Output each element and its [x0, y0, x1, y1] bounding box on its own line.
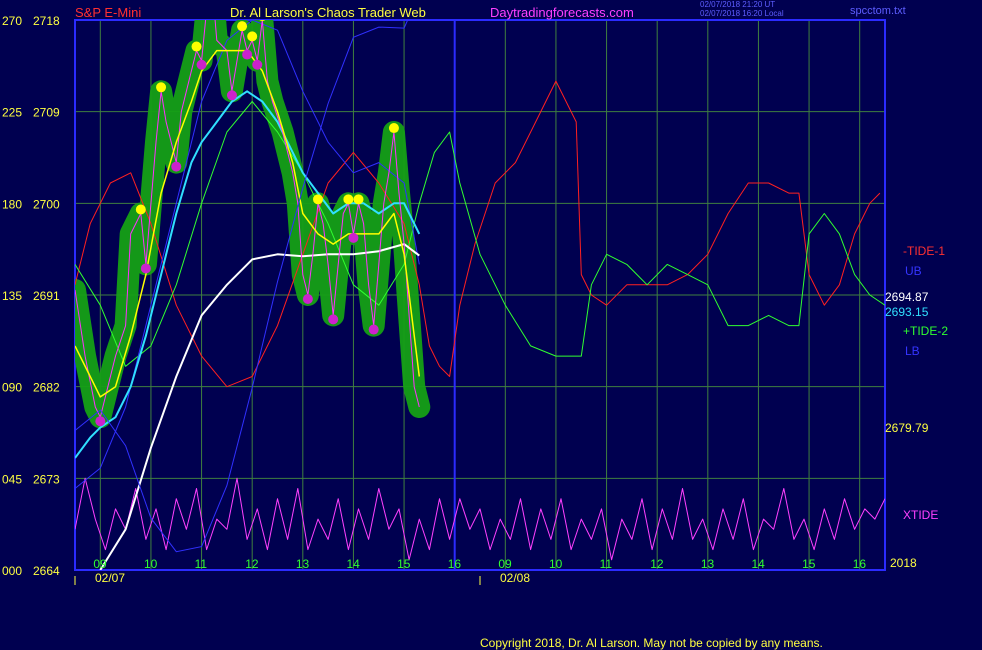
low-marker	[95, 416, 106, 427]
right-label-tide2: +TIDE-2	[903, 324, 949, 338]
x-tick-label: 16	[448, 557, 462, 571]
symbol-label: S&P E-Mini	[75, 5, 142, 20]
high-marker	[353, 194, 364, 205]
chart-canvas: 000 2664 045 2673 090 2682 135 2691 180 2700 225 27…	[2, 14, 886, 585]
high-marker	[237, 21, 248, 32]
y-tick-label-price: 2709	[33, 106, 60, 120]
x-tick-label: 16	[853, 557, 867, 571]
price-halo	[75, 20, 431, 429]
x-tick-label: 15	[397, 557, 411, 571]
y-tick-label-left: 180	[2, 197, 22, 211]
y-tick-label-left: 270	[2, 14, 22, 28]
x-tick-label: 14	[751, 557, 765, 571]
timestamp-utc: 02/07/2018 21:20 UT	[700, 0, 776, 9]
low-marker	[368, 324, 379, 335]
right-label-tide1: -TIDE-1	[903, 244, 945, 258]
y-tick-label-price: 2700	[33, 197, 60, 211]
low-marker	[140, 263, 151, 274]
y-tick-label-price: 2664	[33, 564, 60, 578]
timestamp-local: 02/07/2018 16:20 Local	[700, 9, 784, 18]
y-tick-label-left: 225	[2, 106, 22, 120]
right-label-last-white: 2694.87	[885, 290, 929, 304]
y-tick-label-left: 045	[2, 472, 22, 486]
high-marker	[156, 82, 167, 93]
x-tick-label: 13	[701, 557, 715, 571]
right-label-ub: UB	[905, 264, 922, 278]
low-marker	[242, 49, 253, 60]
y-tick-label-price: 2691	[33, 289, 60, 303]
y-tick-label-price: 2673	[33, 472, 60, 486]
x-tick-label: 11	[195, 557, 208, 571]
low-marker	[196, 59, 207, 70]
copyright-notice: Copyright 2018, Dr. Al Larson. May not b…	[480, 636, 823, 650]
high-marker	[135, 204, 146, 215]
x-tick-label: 10	[144, 557, 158, 571]
right-label-xtide: XTIDE	[903, 508, 939, 522]
x-tick-label: 13	[296, 557, 310, 571]
x-tick-label: 12	[650, 557, 664, 571]
low-marker	[302, 294, 313, 304]
low-marker	[171, 161, 182, 172]
date-label: 02/08	[500, 571, 530, 585]
high-marker	[313, 194, 323, 205]
y-tick-label-left: 000	[2, 564, 22, 578]
low-marker	[348, 232, 359, 243]
y-tick-label-price: 2718	[33, 14, 60, 28]
x-tick-label: 14	[346, 557, 360, 571]
plot-area	[75, 20, 885, 570]
date-label: 02/07	[95, 571, 125, 585]
high-marker	[388, 123, 399, 134]
x-tick-label: 09	[498, 557, 512, 571]
high-marker	[191, 41, 202, 52]
x-tick-label: 15	[802, 557, 816, 571]
low-marker	[252, 59, 263, 70]
right-label-lb: LB	[905, 344, 920, 358]
x-tick-label: 09	[93, 557, 107, 571]
data-filename: spcctom.txt	[850, 5, 906, 17]
y-tick-label-left: 135	[2, 289, 22, 303]
site-title: Dr. Al Larson's Chaos Trader Web	[230, 5, 426, 20]
high-marker	[247, 31, 258, 42]
x-tick-label: 12	[245, 557, 259, 571]
y-tick-label-price: 2682	[33, 381, 60, 395]
y-tick-label-left: 090	[2, 381, 22, 395]
low-marker	[328, 314, 339, 325]
site-url: Daytradingforecasts.com	[490, 5, 634, 20]
high-marker	[343, 194, 354, 205]
x-tick-label: 11	[600, 557, 613, 571]
low-marker	[226, 90, 237, 101]
x-tick-label: 10	[549, 557, 563, 571]
right-label-last-price: 2679.79	[885, 421, 929, 435]
year-label: 2018	[890, 556, 917, 570]
right-label-last-cyan: 2693.15	[885, 305, 929, 319]
